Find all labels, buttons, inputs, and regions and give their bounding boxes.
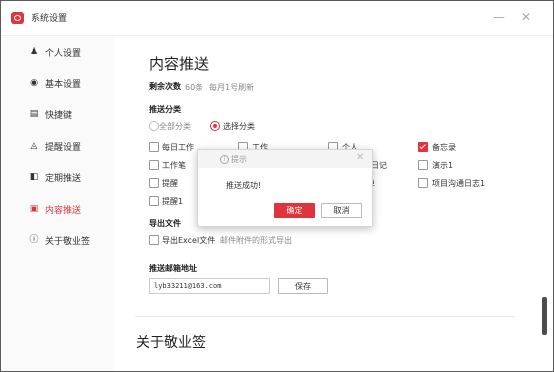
schedule-icon: ◧: [29, 172, 39, 182]
checkbox-export-excel[interactable]: [149, 235, 159, 245]
category-label: 推送分类: [149, 105, 181, 114]
checkbox-daily-work[interactable]: [149, 142, 159, 152]
app-logo-icon: [11, 12, 24, 24]
dialog-title: 提示: [231, 155, 247, 164]
sidebar-item-label: 基本设置: [45, 80, 82, 90]
window-title: 系统设置: [31, 14, 68, 24]
checkbox-label: 演示1: [432, 161, 454, 170]
cancel-button[interactable]: 取消: [321, 203, 362, 218]
sidebar-item-scheduled-push[interactable]: ◧ 定期推送: [1, 163, 114, 191]
checkbox-reminder[interactable]: [149, 178, 159, 188]
sidebar-item-basic[interactable]: ◉ 基本设置: [1, 69, 114, 97]
checkbox-project-log1[interactable]: [418, 178, 428, 188]
checkbox-label: 项目沟通日志1: [432, 179, 486, 188]
email-label: 推送邮箱地址: [149, 264, 197, 273]
remaining-label: 剩余次数: [149, 82, 181, 91]
checkbox-demo1[interactable]: [418, 160, 428, 170]
dialog-close-icon[interactable]: ✕: [356, 152, 364, 163]
export-hint: 邮件附件的形式导出: [220, 236, 292, 245]
page-title: 内容推送: [149, 55, 210, 73]
radio-all-label: 全部分类: [159, 122, 191, 131]
prompt-dialog: i 提示 ✕ 推送成功! 确定 取消: [197, 149, 373, 227]
sidebar-item-personal[interactable]: ♟ 个人设置: [1, 38, 114, 66]
checkbox-memo[interactable]: [418, 142, 428, 152]
sidebar: ♟ 个人设置 ◉ 基本设置 ▤ 快捷键 ◬ 提醒设置 ◧ 定期推送 ▣ 内容推送…: [1, 36, 114, 371]
export-label: 导出文件: [149, 219, 181, 228]
checkbox-work-notes[interactable]: [149, 160, 159, 170]
checkbox-label: 每日工作: [162, 143, 194, 152]
info-icon: i: [220, 155, 229, 164]
info-icon: ⓘ: [29, 235, 39, 245]
section-divider: [135, 316, 515, 317]
radio-select-categories[interactable]: [210, 121, 220, 131]
title-bar: 系统设置 — ✕: [1, 1, 553, 36]
dialog-header: i 提示 ✕: [198, 150, 372, 168]
save-button[interactable]: 保存: [278, 278, 328, 294]
settings-window: 系统设置 — ✕ ♟ 个人设置 ◉ 基本设置 ▤ 快捷键 ◬ 提醒设置 ◧ 定期…: [0, 0, 554, 372]
sidebar-item-content-push[interactable]: ▣ 内容推送: [1, 195, 114, 223]
push-icon: ▣: [29, 204, 39, 214]
refresh-note: 每月1号刷新: [209, 83, 255, 92]
email-input[interactable]: [149, 278, 270, 294]
sidebar-item-about[interactable]: ⓘ 关于敬业签: [1, 226, 114, 254]
person-icon: ♟: [29, 47, 39, 57]
checkbox-reminder1[interactable]: [149, 196, 159, 206]
sidebar-item-reminders[interactable]: ◬ 提醒设置: [1, 132, 114, 160]
sidebar-item-label: 提醒设置: [45, 143, 82, 153]
bell-icon: ◬: [30, 141, 38, 151]
checkbox-label: 提醒1: [162, 197, 184, 206]
sidebar-item-shortcuts[interactable]: ▤ 快捷键: [1, 100, 114, 128]
settings-icon: ◉: [30, 78, 38, 88]
dialog-message: 推送成功!: [226, 181, 262, 190]
checkbox-label: 提醒: [162, 179, 178, 188]
scrollbar-thumb[interactable]: [542, 297, 547, 335]
checkbox-label: 工作笔: [162, 161, 186, 170]
sidebar-item-label: 快捷键: [45, 111, 73, 121]
close-window-button[interactable]: ✕: [518, 9, 534, 25]
remaining-count: 60条: [185, 83, 204, 92]
radio-select-label: 选择分类: [223, 122, 255, 131]
sidebar-item-label: 关于敬业签: [45, 237, 91, 247]
sidebar-item-label: 个人设置: [45, 49, 82, 59]
keyboard-icon: ▤: [29, 109, 39, 119]
export-option-label: 导出Excel文件: [162, 236, 216, 245]
checkbox-label: 备忘录: [432, 143, 456, 152]
sidebar-item-label: 内容推送: [45, 206, 82, 216]
sidebar-item-label: 定期推送: [45, 174, 82, 184]
confirm-button[interactable]: 确定: [274, 203, 315, 218]
about-heading: 关于敬业签: [136, 335, 206, 351]
radio-all-categories[interactable]: [149, 121, 159, 131]
checkbox-label: 日记: [371, 161, 387, 170]
minimize-button[interactable]: —: [491, 9, 507, 25]
